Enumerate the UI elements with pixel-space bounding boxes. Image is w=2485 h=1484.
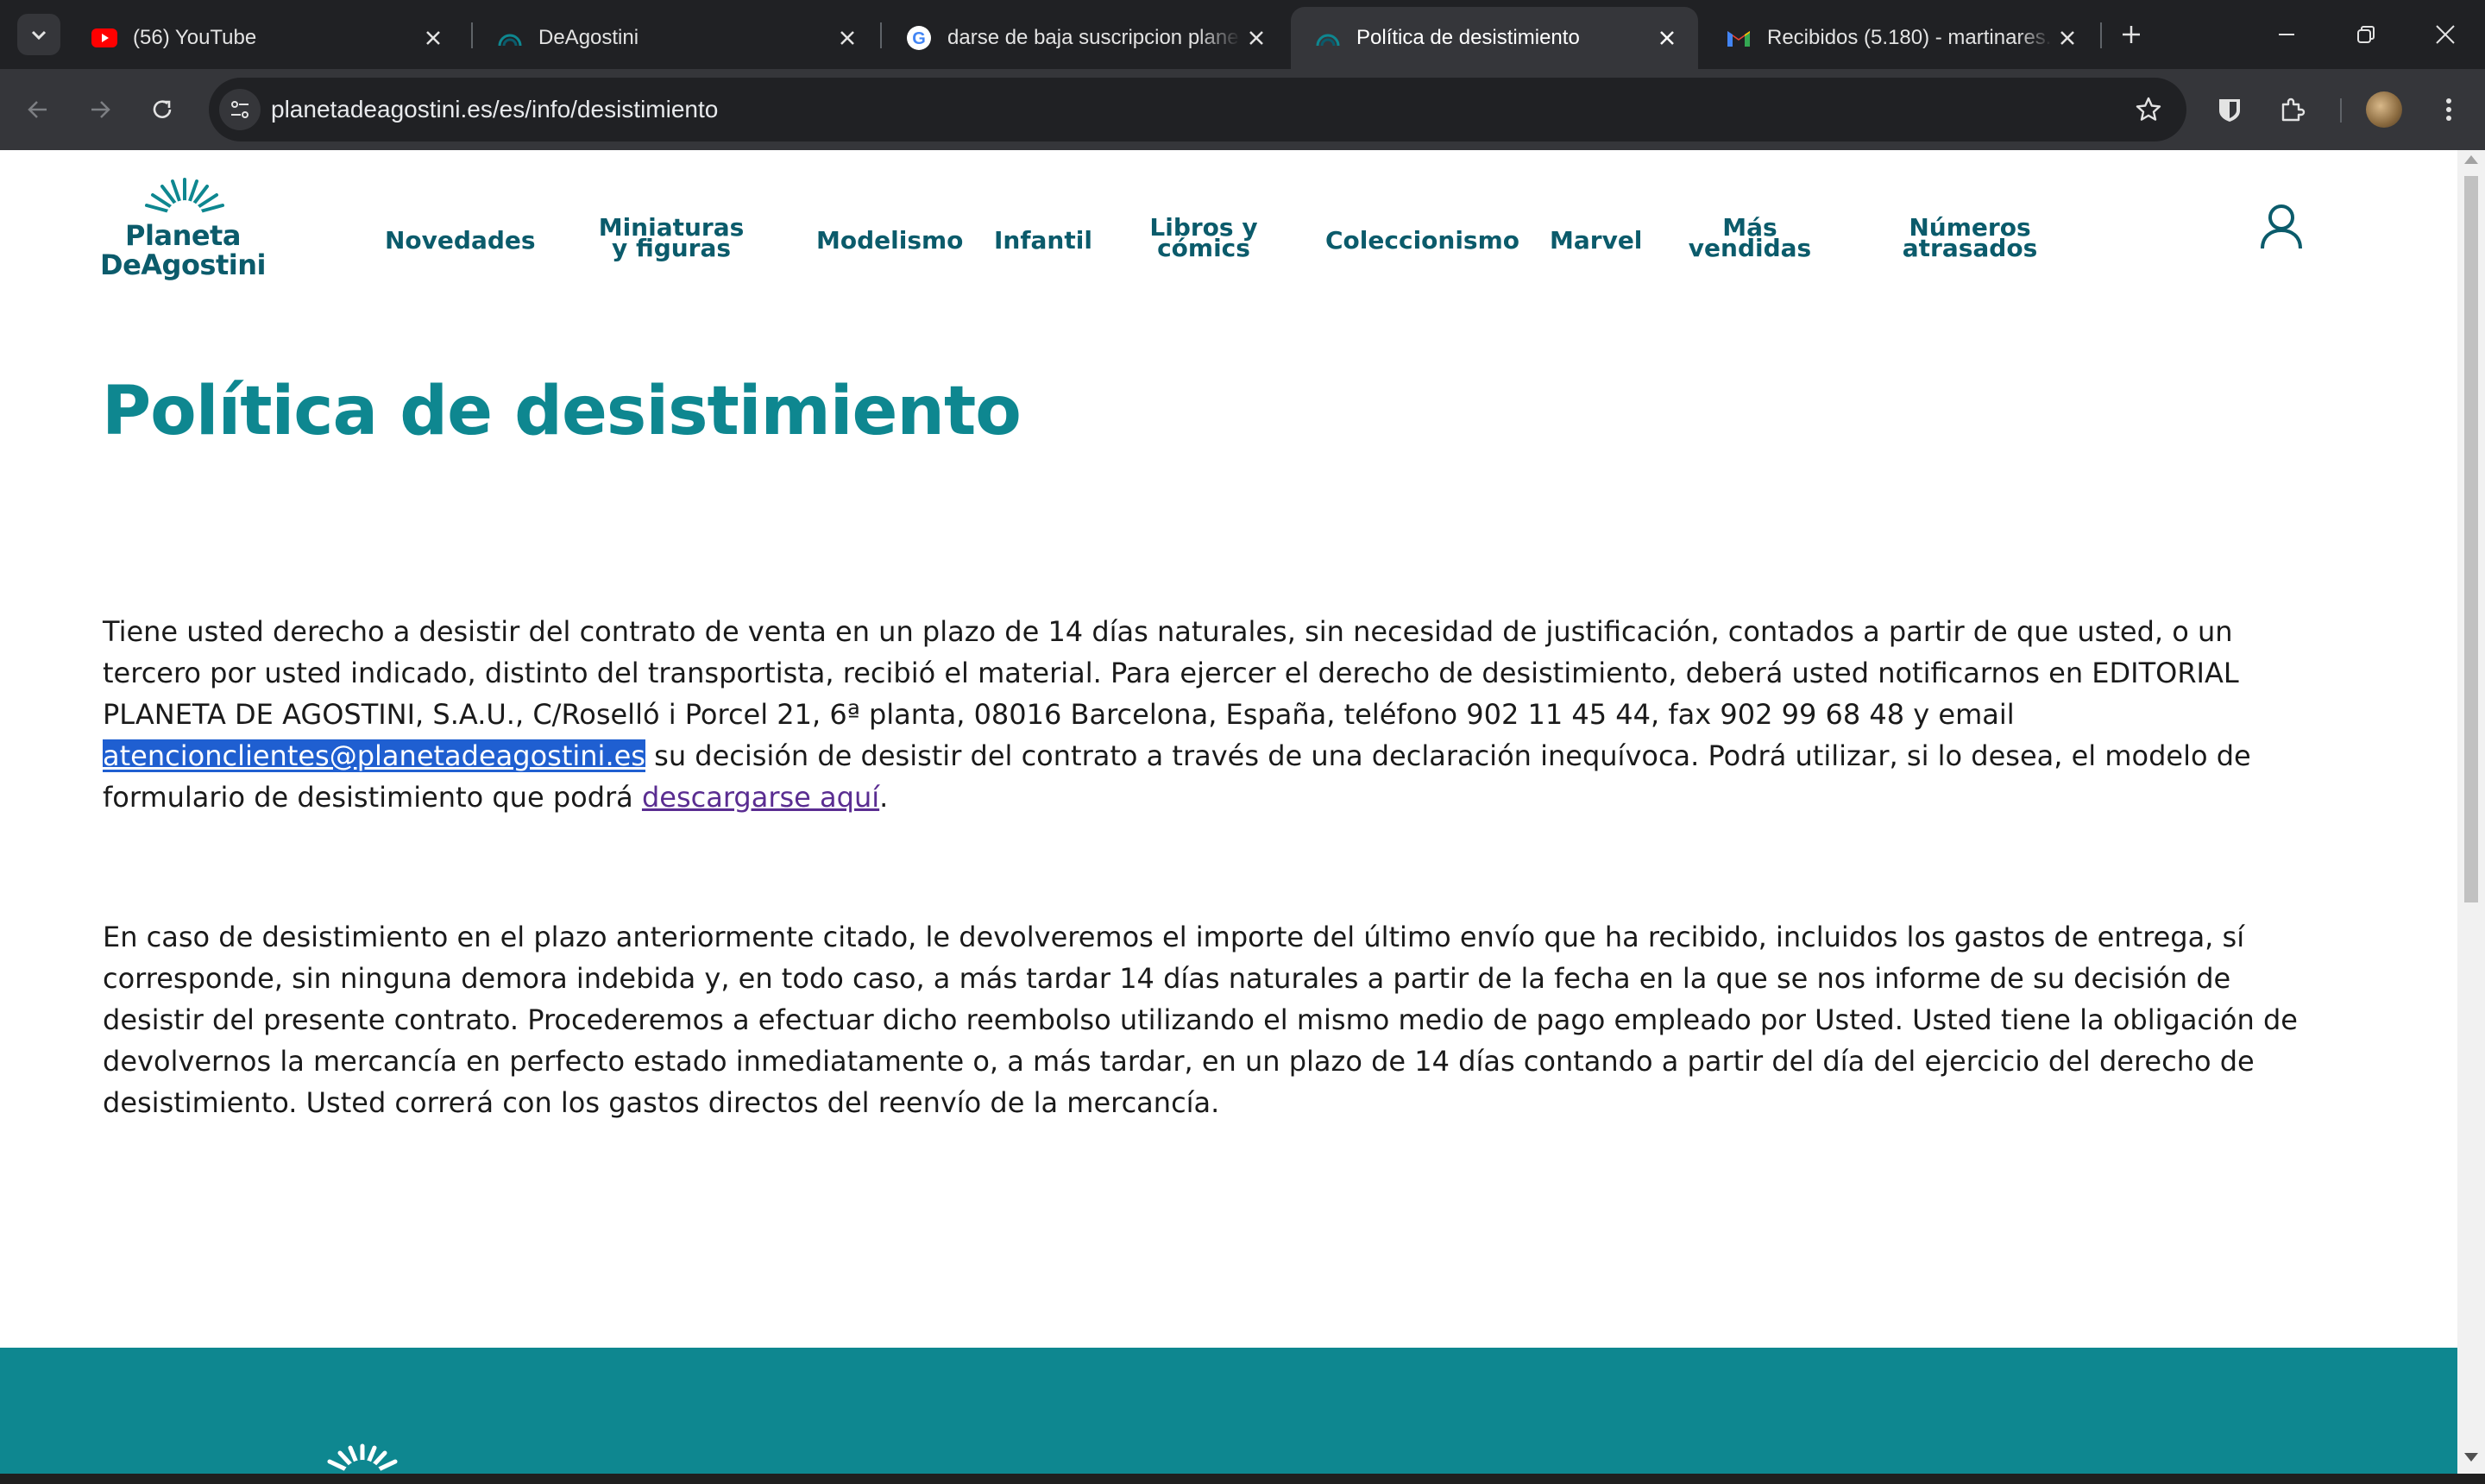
footer-logo-sun-icon bbox=[327, 1443, 398, 1474]
extension-shield-button[interactable] bbox=[2211, 91, 2249, 129]
nav-mas-vendidas[interactable]: Más vendidas bbox=[1683, 216, 1817, 261]
chevron-down-icon bbox=[31, 30, 47, 41]
back-button[interactable] bbox=[17, 89, 59, 130]
account-button[interactable] bbox=[2257, 202, 2306, 250]
close-window-button[interactable] bbox=[2426, 16, 2464, 53]
close-tab-icon[interactable] bbox=[1651, 22, 1683, 53]
download-form-link[interactable]: descargarse aquí bbox=[642, 781, 879, 814]
nav-miniaturas-figuras[interactable]: Miniaturas y figuras bbox=[587, 216, 756, 261]
site-logo[interactable]: Planeta DeAgostini bbox=[97, 176, 269, 297]
tune-icon bbox=[231, 101, 248, 118]
url-text[interactable]: planetadeagostini.es/es/info/desistimien… bbox=[271, 96, 718, 123]
plus-icon bbox=[2123, 26, 2140, 43]
close-tab-icon[interactable] bbox=[832, 22, 863, 53]
vertical-scrollbar[interactable] bbox=[2457, 150, 2485, 1474]
new-tab-button[interactable] bbox=[2114, 17, 2148, 52]
paragraph-desistimiento-derecho: Tiene usted derecho a desistir del contr… bbox=[103, 611, 2329, 818]
minimize-icon bbox=[2279, 34, 2294, 35]
logo-sun-icon bbox=[145, 178, 224, 219]
star-icon bbox=[2136, 97, 2161, 121]
browser-menu-button[interactable] bbox=[2430, 91, 2468, 129]
tab-title: darse de baja suscripcion plane bbox=[947, 26, 1239, 49]
nav-novedades[interactable]: Novedades bbox=[385, 228, 536, 254]
paragraph-text: Tiene usted derecho a desistir del contr… bbox=[103, 615, 2239, 731]
deagostini-icon bbox=[1315, 25, 1341, 51]
tab-separator bbox=[2100, 22, 2102, 48]
deagostini-icon bbox=[497, 25, 523, 51]
tab-title: (56) YouTube bbox=[133, 26, 257, 49]
shield-icon bbox=[2219, 99, 2240, 122]
tab-search-button[interactable] bbox=[17, 14, 60, 55]
nav-marvel[interactable]: Marvel bbox=[1550, 228, 1642, 254]
extensions-button[interactable] bbox=[2273, 91, 2311, 129]
restore-button[interactable] bbox=[2347, 16, 2385, 53]
page-title: Política de desistimiento bbox=[102, 373, 1022, 450]
puzzle-icon bbox=[2281, 97, 2306, 122]
logo-line-1: Planeta bbox=[125, 219, 241, 252]
toolbar-divider bbox=[2340, 98, 2342, 123]
nav-coleccionismo[interactable]: Coleccionismo bbox=[1325, 228, 1519, 254]
browser-toolbar: planetadeagostini.es/es/info/desistimien… bbox=[0, 69, 2485, 150]
tab-strip: (56) YouTube DeAgostini G darse de baja … bbox=[0, 0, 2485, 69]
email-link[interactable]: atencionclientes@planetadeagostini.es bbox=[103, 739, 645, 772]
nav-infantil[interactable]: Infantil bbox=[994, 228, 1092, 254]
nav-numeros-atrasados[interactable]: Números atrasados bbox=[1890, 216, 2050, 261]
tab-youtube[interactable]: (56) YouTube bbox=[67, 7, 464, 69]
reload-button[interactable] bbox=[142, 89, 183, 130]
tab-gmail[interactable]: Recibidos (5.180) - martinares.f bbox=[1702, 7, 2098, 69]
google-icon: G bbox=[906, 25, 932, 51]
minimize-button[interactable] bbox=[2268, 16, 2306, 53]
user-icon bbox=[2261, 204, 2302, 249]
site-info-button[interactable] bbox=[219, 89, 261, 130]
more-vertical-icon bbox=[2446, 98, 2451, 121]
close-tab-icon[interactable] bbox=[1241, 22, 1272, 53]
paragraph-text: . bbox=[879, 781, 889, 814]
paragraph-reembolso: En caso de desistimiento en el plazo ant… bbox=[103, 921, 2298, 1119]
arrow-right-icon bbox=[91, 101, 110, 118]
close-icon bbox=[2436, 25, 2455, 44]
address-bar[interactable]: planetadeagostini.es/es/info/desistimien… bbox=[209, 78, 2186, 141]
scroll-down-arrow-icon[interactable] bbox=[2464, 1453, 2478, 1462]
scrollbar-thumb[interactable] bbox=[2464, 176, 2478, 902]
youtube-icon bbox=[91, 25, 117, 51]
restore-icon bbox=[2357, 26, 2375, 43]
tab-politica-desistimiento[interactable]: Política de desistimiento bbox=[1291, 7, 1698, 69]
site-footer bbox=[0, 1348, 2457, 1474]
gmail-icon bbox=[1726, 25, 1752, 51]
tab-title: Política de desistimiento bbox=[1356, 26, 1580, 49]
forward-button[interactable] bbox=[79, 89, 121, 130]
scroll-up-arrow-icon[interactable] bbox=[2464, 155, 2478, 164]
tab-title: Recibidos (5.180) - martinares.f bbox=[1767, 26, 2052, 49]
reload-icon bbox=[153, 100, 172, 118]
bookmark-button[interactable] bbox=[2130, 91, 2167, 129]
close-tab-icon[interactable] bbox=[2052, 22, 2083, 53]
logo-line-2: DeAgostini bbox=[100, 248, 266, 281]
tab-deagostini[interactable]: DeAgostini bbox=[473, 7, 878, 69]
tab-google-search[interactable]: G darse de baja suscripcion plane bbox=[882, 7, 1287, 69]
window-bottom-edge bbox=[0, 1474, 2485, 1484]
nav-modelismo[interactable]: Modelismo bbox=[816, 228, 963, 254]
nav-libros-comics[interactable]: Libros y cómics bbox=[1139, 216, 1268, 261]
close-tab-icon[interactable] bbox=[418, 22, 449, 53]
arrow-left-icon bbox=[28, 101, 47, 118]
profile-avatar[interactable] bbox=[2366, 91, 2402, 128]
tab-title: DeAgostini bbox=[538, 26, 639, 49]
page-viewport: Planeta DeAgostini Novedades Miniaturas … bbox=[0, 150, 2457, 1474]
svg-text:G: G bbox=[912, 29, 926, 48]
